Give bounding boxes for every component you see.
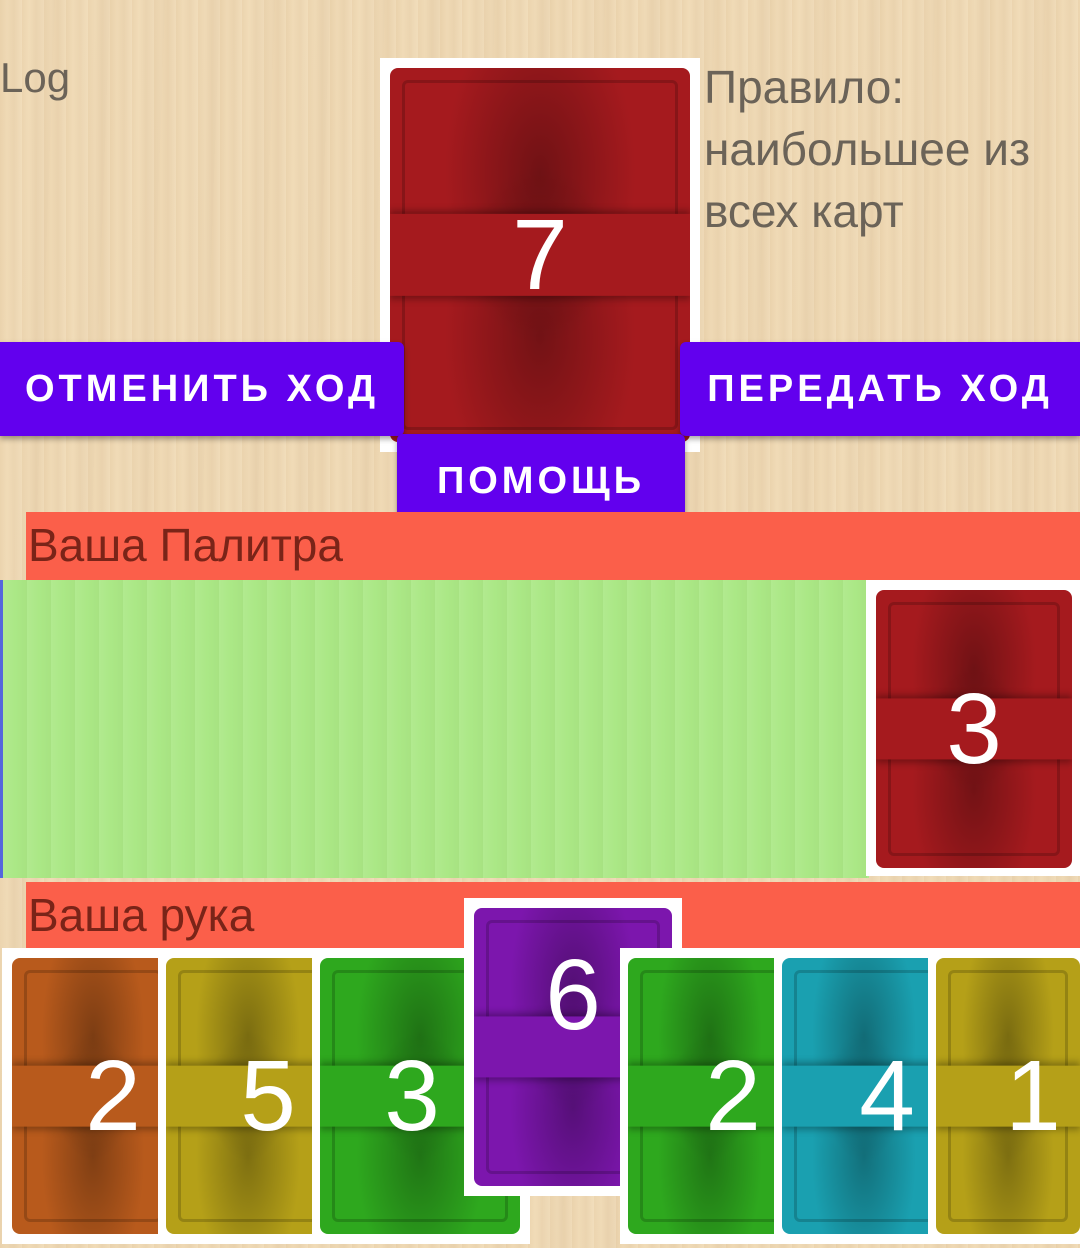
rule-line: Правило: xyxy=(704,61,905,113)
rule-line: всех карт xyxy=(704,185,904,237)
hand-card[interactable]: 1 xyxy=(928,948,1080,1244)
hand-card[interactable]: 4 xyxy=(774,948,946,1244)
hand-card[interactable]: 5 xyxy=(158,948,330,1244)
card-value: 1 xyxy=(1005,1040,1061,1152)
hand-card[interactable]: 2 xyxy=(2,948,174,1244)
card-value: 5 xyxy=(240,1040,296,1152)
palette-area[interactable] xyxy=(0,580,869,878)
card-value: 2 xyxy=(705,1040,761,1152)
center-card[interactable]: 7 xyxy=(380,58,700,452)
card-value: 3 xyxy=(946,673,1002,785)
undo-move-button[interactable]: ОТМЕНИТЬ ХОД xyxy=(0,342,404,436)
card-face: 7 xyxy=(390,68,690,442)
palette-card[interactable]: 3 xyxy=(866,580,1080,876)
card-value: 2 xyxy=(85,1040,141,1152)
pass-move-button[interactable]: ПЕРЕДАТЬ ХОД xyxy=(680,342,1080,436)
palette-label: Ваша Палитра xyxy=(26,512,1080,580)
card-face: 3 xyxy=(876,590,1072,868)
card-value: 4 xyxy=(859,1040,915,1152)
hand-card[interactable]: 2 xyxy=(620,948,792,1244)
card-value: 7 xyxy=(512,199,568,311)
rule-text: Правило: наибольшее из всех карт xyxy=(704,56,1080,242)
log-label[interactable]: Log xyxy=(0,54,70,102)
rule-line: наибольшее из xyxy=(704,123,1031,175)
